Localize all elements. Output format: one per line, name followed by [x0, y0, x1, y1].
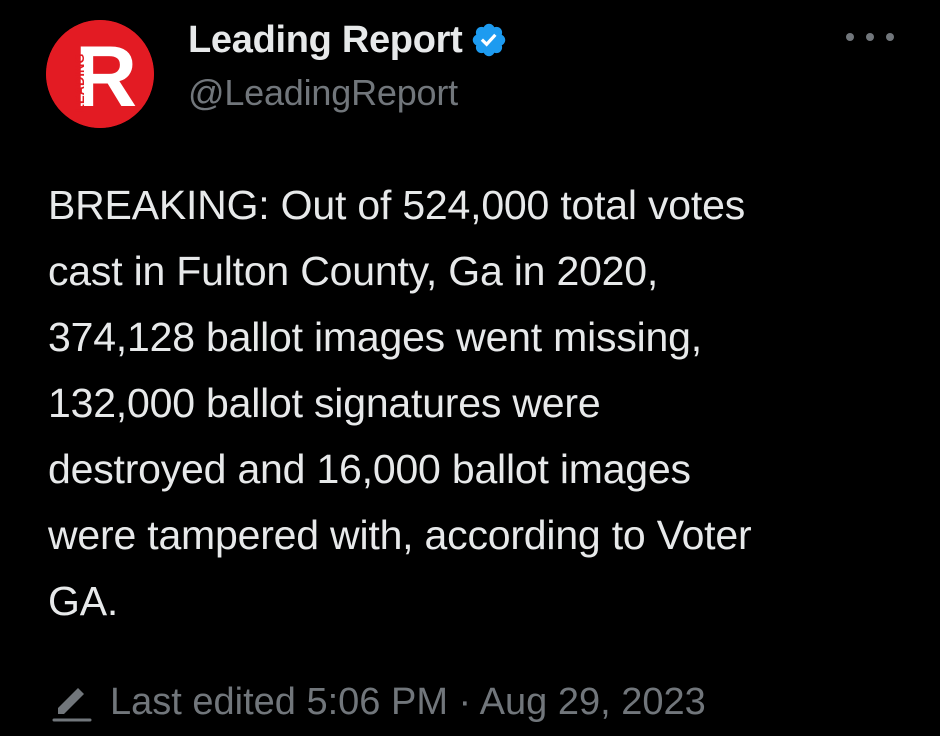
- more-options-icon: [846, 33, 854, 41]
- pencil-icon: [48, 678, 96, 726]
- tweet: R LEADING Leading Report @LeadingReport …: [0, 0, 940, 734]
- more-options-button[interactable]: [846, 22, 894, 52]
- handle[interactable]: @LeadingReport: [188, 72, 508, 114]
- tweet-header: Leading Report @LeadingReport: [188, 14, 508, 114]
- svg-text:LEADING: LEADING: [72, 54, 87, 113]
- name-row: Leading Report: [188, 14, 508, 66]
- more-options-icon: [886, 33, 894, 41]
- tweet-text: BREAKING: Out of 524,000 total votes cas…: [48, 182, 752, 624]
- more-options-icon: [866, 33, 874, 41]
- last-edited-label: Last edited 5:06 PM · Aug 29, 2023: [110, 680, 706, 723]
- leading-report-logo-icon: R LEADING: [46, 20, 154, 128]
- display-name[interactable]: Leading Report: [188, 19, 463, 62]
- verified-badge-icon[interactable]: [470, 21, 508, 59]
- avatar[interactable]: R LEADING: [46, 20, 154, 128]
- last-edited-link[interactable]: Last edited 5:06 PM · Aug 29, 2023: [48, 672, 706, 732]
